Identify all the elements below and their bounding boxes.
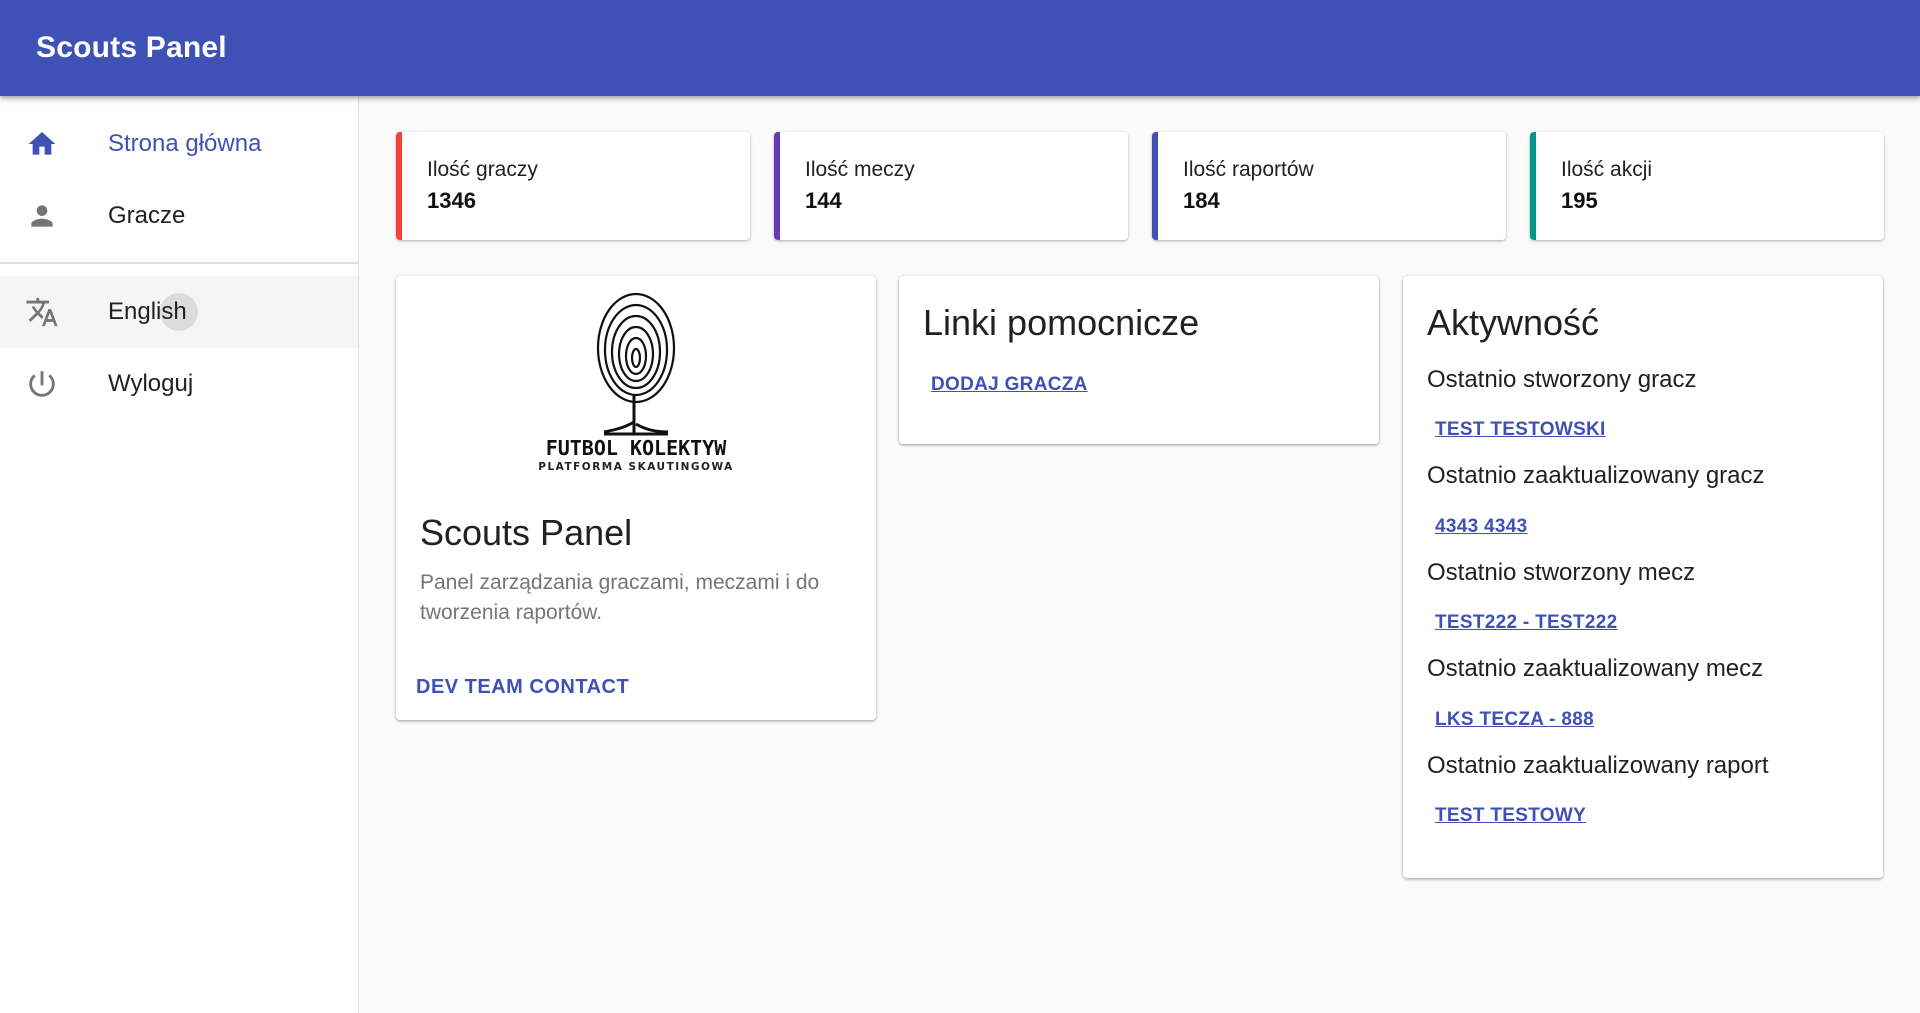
activity-label-created-player: Ostatnio stworzony gracz (1427, 366, 1697, 393)
links-card: Linki pomocnicze DODAJ GRACZA (899, 276, 1379, 444)
stat-card-matches: Ilość meczy 144 (774, 132, 1128, 240)
stat-value: 184 (1183, 188, 1220, 213)
stat-card-actions: Ilość akcji 195 (1530, 132, 1884, 240)
stat-accent-bar (1530, 132, 1536, 240)
app-bar: Scouts Panel (0, 0, 1920, 96)
activity-link-updated-player[interactable]: 4343 4343 (1435, 516, 1528, 538)
activity-label-updated-match: Ostatnio zaaktualizowany mecz (1427, 655, 1764, 682)
links-title: Linki pomocnicze (923, 302, 1200, 343)
stat-value: 1346 (427, 188, 476, 213)
power-icon (24, 366, 60, 402)
activity-label-updated-player: Ostatnio zaaktualizowany gracz (1427, 462, 1765, 489)
stat-label: Ilość akcji (1561, 158, 1653, 181)
stat-value: 144 (805, 188, 842, 213)
sidebar-item-language[interactable]: English (0, 276, 358, 348)
activity-label-updated-report: Ostatnio zaaktualizowany raport (1427, 752, 1769, 779)
stat-card-reports: Ilość raportów 184 (1152, 132, 1506, 240)
sidebar-item-players[interactable]: Gracze (0, 180, 358, 252)
sidebar-item-home[interactable]: Strona główna (0, 108, 358, 180)
sidebar-divider (0, 262, 358, 264)
person-icon (24, 198, 60, 234)
futbol-kolektyw-logo: FUTBOL KOLEKTYW PLATFORMA SKAUTINGOWA (538, 292, 733, 473)
about-description: Panel zarządzania graczami, meczami i do… (420, 571, 820, 624)
sidebar-item-label: Wyloguj (108, 370, 194, 397)
svg-text:PLATFORMA SKAUTINGOWA: PLATFORMA SKAUTINGOWA (538, 461, 733, 473)
sidebar-item-label: English (108, 298, 187, 325)
about-title: Scouts Panel (420, 512, 633, 553)
home-icon (24, 126, 60, 162)
stat-label: Ilość meczy (805, 158, 915, 181)
add-player-link[interactable]: DODAJ GRACZA (931, 374, 1088, 396)
svg-text:FUTBOL KOLEKTYW: FUTBOL KOLEKTYW (546, 436, 728, 460)
activity-title: Aktywność (1427, 302, 1600, 343)
app-title: Scouts Panel (36, 31, 227, 64)
activity-label-created-match: Ostatnio stworzony mecz (1427, 559, 1696, 586)
stat-label: Ilość graczy (427, 158, 538, 181)
activity-card: Aktywność Ostatnio stworzony gracz TEST … (1403, 276, 1883, 878)
sidebar-item-label: Strona główna (108, 130, 262, 157)
stat-accent-bar (396, 132, 402, 240)
sidebar-item-logout[interactable]: Wyloguj (0, 348, 358, 420)
stat-accent-bar (1152, 132, 1158, 240)
activity-link-created-player[interactable]: TEST TESTOWSKI (1435, 419, 1606, 441)
translate-icon (24, 294, 60, 330)
dev-team-contact-button[interactable]: DEV TEAM CONTACT (416, 676, 629, 699)
stat-label: Ilość raportów (1183, 158, 1314, 181)
activity-link-updated-report[interactable]: TEST TESTOWY (1435, 805, 1586, 827)
stat-accent-bar (774, 132, 780, 240)
stat-card-players: Ilość graczy 1346 (396, 132, 750, 240)
sidebar-item-label: Gracze (108, 202, 186, 229)
activity-link-updated-match[interactable]: LKS TECZA - 888 (1435, 709, 1594, 731)
about-card: FUTBOL KOLEKTYW PLATFORMA SKAUTINGOWA Sc… (396, 276, 876, 720)
sidebar: Strona główna Gracze English Wyloguj (0, 96, 359, 1013)
stat-value: 195 (1561, 188, 1598, 213)
main-content: Ilość graczy 1346 Ilość meczy 144 Ilość … (360, 96, 1920, 1013)
activity-link-created-match[interactable]: TEST222 - TEST222 (1435, 612, 1618, 634)
